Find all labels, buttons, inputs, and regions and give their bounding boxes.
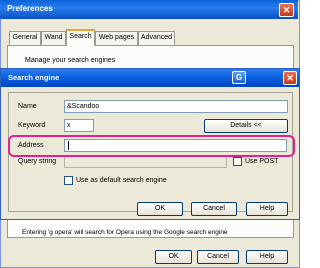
query-string-label: Query string <box>18 158 57 165</box>
use-post-label: Use POST <box>245 158 279 165</box>
tab-web-pages[interactable]: Web pages <box>95 31 138 45</box>
name-input[interactable]: &Scandoo <box>64 100 288 113</box>
dialog-cancel-button[interactable]: Cancel <box>191 202 237 216</box>
dialog-help-icon[interactable]: G <box>232 71 246 84</box>
search-panel-description: Manage your search engines <box>25 57 116 64</box>
preferences-help-button[interactable]: Help <box>246 250 288 264</box>
tab-general[interactable]: General <box>9 31 41 45</box>
use-post-checkbox[interactable] <box>233 157 242 166</box>
preferences-ok-button[interactable]: OK <box>155 250 192 264</box>
dialog-close-icon[interactable]: ✕ <box>283 71 297 85</box>
default-engine-label: Use as default search engine <box>76 177 167 184</box>
preferences-cancel-button[interactable]: Cancel <box>197 250 239 264</box>
preferences-close-icon[interactable]: ✕ <box>279 3 294 17</box>
address-highlight-annotation <box>8 135 295 157</box>
preferences-title: Preferences <box>7 4 53 13</box>
keyword-input[interactable]: x <box>64 119 94 132</box>
tab-search[interactable]: Search <box>66 29 95 46</box>
keyword-label: Keyword <box>18 122 46 129</box>
details-toggle-button[interactable]: Details << <box>204 119 288 133</box>
tab-advanced[interactable]: Advanced <box>138 31 175 45</box>
default-engine-checkbox[interactable] <box>64 176 73 185</box>
tab-wand[interactable]: Wand <box>41 31 66 45</box>
dialog-help-button[interactable]: Help <box>246 202 288 216</box>
search-usage-hint: Entering 'g opera' will search for Opera… <box>22 229 228 236</box>
dialog-ok-button[interactable]: OK <box>137 202 183 216</box>
name-label: Name <box>18 103 37 110</box>
dialog-title: Search engine <box>8 73 60 82</box>
